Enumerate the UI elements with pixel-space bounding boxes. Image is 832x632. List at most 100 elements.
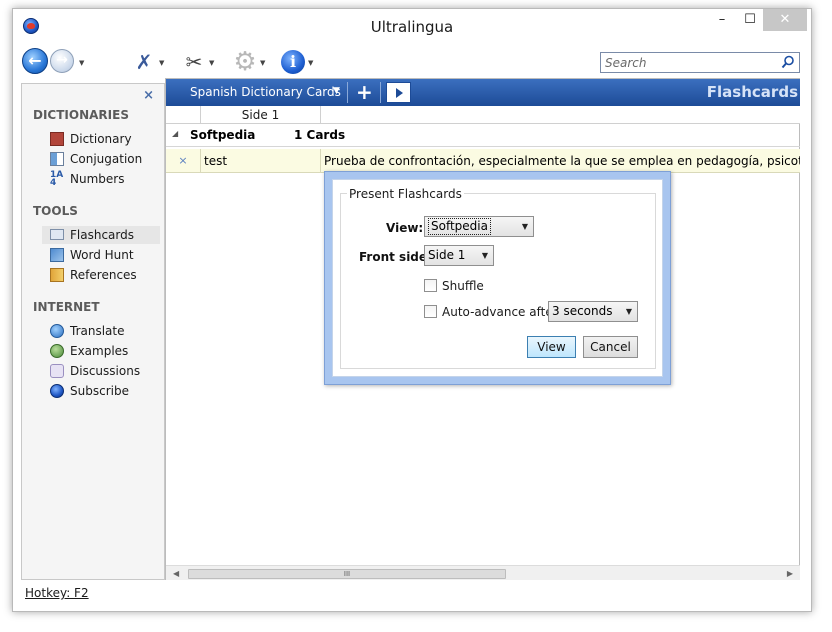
- sidebar-item-label: Translate: [70, 324, 125, 338]
- sidebar-item-label: Conjugation: [70, 152, 143, 166]
- sidebar-item-dictionary[interactable]: Dictionary: [50, 130, 162, 148]
- front-side-select-value: Side 1: [428, 248, 466, 262]
- chevron-down-icon[interactable]: ▼: [209, 59, 214, 67]
- sidebar-item-numbers[interactable]: 1A 4 Numbers: [50, 170, 162, 188]
- horizontal-scrollbar[interactable]: ◀ III ▶: [166, 565, 800, 581]
- deck-selector[interactable]: Spanish Dictionary Cards: [190, 85, 341, 99]
- sidebar-item-references[interactable]: References: [50, 266, 162, 284]
- chevron-down-icon[interactable]: ▼: [333, 86, 340, 96]
- chevron-down-icon: ▼: [521, 222, 528, 231]
- search-icon[interactable]: [781, 55, 795, 69]
- section-heading-internet: INTERNET: [33, 300, 100, 314]
- minimize-button[interactable]: –: [707, 9, 737, 31]
- delete-card-icon[interactable]: ×: [166, 149, 201, 172]
- divider: [380, 82, 381, 103]
- sidebar-item-label: Dictionary: [70, 132, 132, 146]
- sidebar-item-label: Subscribe: [70, 384, 129, 398]
- arrow-left-icon[interactable]: ←: [22, 48, 48, 74]
- arrow-right-icon[interactable]: →: [50, 49, 74, 73]
- add-card-button[interactable]: +: [356, 80, 373, 104]
- gear-icon[interactable]: ⚙: [232, 49, 258, 75]
- numbers-icon: 1A 4: [50, 170, 64, 188]
- present-flashcards-button[interactable]: [386, 82, 411, 103]
- toolbar: ← → ▼ ✗ ▼ ✂ ▼ ⚙ ▼ i ▼: [13, 43, 811, 83]
- auto-advance-select[interactable]: 3 seconds ▼: [548, 301, 638, 322]
- book-icon: [50, 132, 64, 146]
- subscribe-icon: [50, 384, 64, 398]
- sidebar-item-label: Discussions: [70, 364, 141, 378]
- shuffle-label[interactable]: Shuffle: [442, 279, 484, 293]
- sidebar-item-label: Examples: [70, 344, 129, 358]
- front-side-label: Front side:: [359, 250, 432, 264]
- column-header-delete: [166, 106, 201, 124]
- scroll-right-icon[interactable]: ▶: [787, 569, 793, 578]
- close-button[interactable]: ✕: [763, 9, 807, 31]
- scrollbar-thumb[interactable]: III: [188, 569, 506, 579]
- hotkey-link[interactable]: Hotkey: F2: [25, 586, 89, 600]
- word-hunt-icon: [50, 248, 64, 262]
- shuffle-checkbox[interactable]: [424, 279, 437, 292]
- sidebar-item-label: Numbers: [70, 172, 125, 186]
- auto-advance-checkbox[interactable]: [424, 305, 437, 318]
- title-bar: Ultralingua – ☐ ✕: [13, 9, 811, 43]
- column-header: Side 1: [166, 106, 800, 124]
- translate-icon: [50, 324, 64, 338]
- section-heading-dictionaries: DICTIONARIES: [33, 108, 129, 122]
- column-header-side1[interactable]: Side 1: [201, 106, 321, 124]
- play-icon: [396, 88, 403, 98]
- window-title: Ultralingua: [370, 18, 454, 36]
- chevron-down-icon: ▼: [481, 251, 488, 260]
- present-flashcards-dialog: Present Flashcards View: Softpedia ▼ Fro…: [324, 171, 671, 385]
- scroll-left-icon[interactable]: ◀: [173, 569, 179, 578]
- maximize-button[interactable]: ☐: [735, 9, 765, 31]
- search-input[interactable]: [605, 55, 775, 70]
- divider: [347, 82, 348, 103]
- group-row[interactable]: ◢ Softpedia 1 Cards: [166, 125, 800, 147]
- examples-icon: [50, 344, 64, 358]
- group-name: Softpedia: [190, 128, 256, 142]
- sidebar-item-flashcards[interactable]: Flashcards: [42, 226, 160, 244]
- view-select-value: Softpedia: [428, 218, 491, 235]
- sidebar-item-translate[interactable]: Translate: [50, 322, 162, 340]
- flashcards-icon: [50, 229, 64, 240]
- history-dropdown-icon[interactable]: ▼: [79, 59, 84, 67]
- auto-advance-label[interactable]: Auto-advance after: [442, 305, 558, 319]
- scissors-icon[interactable]: ✂: [181, 49, 207, 75]
- sidebar-item-subscribe[interactable]: Subscribe: [50, 382, 162, 400]
- dialog-body: Present Flashcards View: Softpedia ▼ Fro…: [332, 179, 663, 377]
- close-icon[interactable]: ×: [143, 88, 154, 103]
- sidebar-item-discussions[interactable]: Discussions: [50, 362, 162, 380]
- front-side-select[interactable]: Side 1 ▼: [424, 245, 494, 266]
- status-bar: Hotkey: F2: [13, 580, 811, 611]
- auto-advance-select-value: 3 seconds: [552, 304, 613, 318]
- sidebar-item-conjugation[interactable]: Conjugation: [50, 150, 162, 168]
- sidebar-item-examples[interactable]: Examples: [50, 342, 162, 360]
- chevron-down-icon[interactable]: ▼: [159, 59, 164, 67]
- chevron-down-icon[interactable]: ▼: [260, 59, 265, 67]
- view-button[interactable]: View: [527, 336, 576, 358]
- sidebar: × DICTIONARIES Dictionary Conjugation 1A…: [21, 83, 165, 580]
- view-select[interactable]: Softpedia ▼: [424, 216, 534, 237]
- section-heading-tools: TOOLS: [33, 204, 78, 218]
- sidebar-item-word-hunt[interactable]: Word Hunt: [50, 246, 162, 264]
- view-label: View:: [386, 221, 424, 235]
- sidebar-item-label: Flashcards: [70, 228, 134, 242]
- table-row[interactable]: × test Prueba de confrontación, especial…: [166, 149, 800, 173]
- tools-icon[interactable]: ✗: [131, 49, 157, 75]
- conjugation-icon: [50, 152, 64, 166]
- card-side1[interactable]: test: [201, 149, 321, 172]
- group-legend: Present Flashcards: [347, 187, 464, 201]
- group-count: 1 Cards: [294, 128, 346, 142]
- references-icon: [50, 268, 64, 282]
- panel-title: Flashcards: [706, 83, 798, 101]
- cancel-button[interactable]: Cancel: [583, 336, 638, 358]
- info-icon[interactable]: i: [281, 50, 305, 74]
- card-side2[interactable]: Prueba de confrontación, especialmente l…: [321, 149, 800, 172]
- sidebar-item-label: References: [70, 268, 137, 282]
- chevron-down-icon[interactable]: ▼: [308, 59, 313, 67]
- collapse-arrow-icon[interactable]: ◢: [172, 129, 178, 138]
- search-box[interactable]: [600, 52, 800, 73]
- sidebar-item-label: Word Hunt: [70, 248, 134, 262]
- discussions-icon: [50, 364, 64, 378]
- chevron-down-icon: ▼: [625, 307, 632, 316]
